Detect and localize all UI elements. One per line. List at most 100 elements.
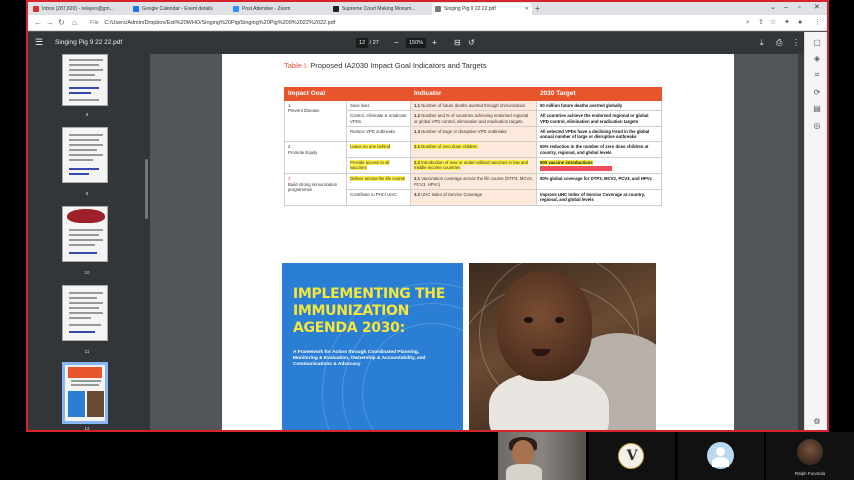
indicator-cell: 1.3 Number of large or disruptive VPD ou… xyxy=(410,125,537,143)
menu-icon[interactable]: ☰ xyxy=(35,37,43,48)
share-icon[interactable]: ⇪ xyxy=(758,17,764,29)
minimize-icon[interactable]: – xyxy=(784,2,788,14)
desktop-frame: Inbox (287,820) - relayes@gm... Google C… xyxy=(0,0,854,480)
more-icon[interactable]: ⋮ xyxy=(792,37,800,49)
url-text: C:/Users/Admin/Dropbox/Exil%20WHO/Singin… xyxy=(104,20,336,26)
reload-icon[interactable]: ↻ xyxy=(58,17,65,29)
new-tab-button[interactable]: + xyxy=(535,3,540,14)
header-impact-goal: Impact Goal xyxy=(284,87,411,101)
tab-label: Google Calendar - Event details xyxy=(142,6,213,12)
participant-name: Ralph Fucetola xyxy=(794,471,826,476)
page-indicator: 12 / 27 xyxy=(356,38,379,48)
target-cell: Improve UHC Index of Service Coverage at… xyxy=(536,188,662,206)
goal-cell: 3 Build strong immunization programmes xyxy=(284,173,347,206)
page-number-input[interactable]: 12 xyxy=(356,38,369,48)
participant-ralph-tile[interactable]: Ralph Fucetola xyxy=(766,432,854,480)
pdf-title: Singing Pig 9 22 22.pdf xyxy=(55,39,123,46)
thumbnail-page-10[interactable] xyxy=(62,206,108,262)
sub-goal: Reduce VPD outbreaks xyxy=(346,125,411,143)
tab-pdf[interactable]: Singing Pig 9 22 22.pdf ✕ xyxy=(432,3,532,15)
screen-share-window: Inbox (287,820) - relayes@gm... Google C… xyxy=(26,0,829,432)
browser-tab-strip: Inbox (287,820) - relayes@gm... Google C… xyxy=(28,2,827,15)
thumbnail-page-8[interactable] xyxy=(62,54,108,106)
browser-menu-icon[interactable]: ⋮ xyxy=(814,17,821,29)
url-field[interactable]: File C:/Users/Admin/Dropbox/Exil%20WHO/S… xyxy=(90,18,730,29)
print-icon[interactable]: ⎙ xyxy=(776,37,782,49)
thumbnail-page-11[interactable] xyxy=(62,285,108,341)
table-title-text: Proposed IA2030 Impact Goal Indicators a… xyxy=(310,61,487,70)
address-bar: ← → ↻ ⌂ File C:/Users/Admin/Dropbox/Exil… xyxy=(28,15,827,31)
thumbnail-number: 9 xyxy=(85,191,89,196)
goal-cell: 1 Prevent Disease xyxy=(284,99,347,143)
sub-goal: Control, eliminate & eradicate VPDs xyxy=(346,110,411,127)
pdf-page: Table I. Proposed IA2030 Impact Goal Ind… xyxy=(222,54,734,430)
tab-gmail[interactable]: Inbox (287,820) - relayes@gm... xyxy=(30,3,126,15)
thumbnail-page-9[interactable] xyxy=(62,127,108,183)
target-cell: 50 million future deaths averted globall… xyxy=(536,99,662,112)
thumbnail-number: 12 xyxy=(84,426,90,431)
extensions-icon[interactable]: ✦ xyxy=(784,17,790,29)
pdf-toolbar: ☰ Singing Pig 9 22 22.pdf 12 / 27 − 150%… xyxy=(28,32,804,54)
child-photo xyxy=(469,263,656,430)
table-title: Table I. Proposed IA2030 Impact Goal Ind… xyxy=(284,61,487,70)
settings-icon[interactable]: ⚙ xyxy=(812,417,822,427)
cover-title: IMPLEMENTING THE IMMUNIZATION AGENDA 203… xyxy=(293,286,445,336)
participant-video-self[interactable] xyxy=(498,432,586,480)
thumbnail-number: 10 xyxy=(84,270,90,275)
bookmark-star-icon[interactable]: ☆ xyxy=(770,17,776,29)
close-window-icon[interactable]: ✕ xyxy=(814,2,820,14)
table-row: 2 Promote Equity Leave no one behind 2.1… xyxy=(284,141,662,175)
tag-icon[interactable]: ⌗ xyxy=(812,70,822,80)
thumbnail-number: 8 xyxy=(85,112,89,117)
table-row: 3 Build strong immunization programmes D… xyxy=(284,173,662,206)
calendar-icon xyxy=(133,6,139,12)
tab-calendar[interactable]: Google Calendar - Event details xyxy=(130,3,226,15)
download-icon[interactable]: ⤓ xyxy=(760,37,764,49)
sidebar-scrollbar[interactable] xyxy=(145,159,148,219)
participant-avatar-tile[interactable] xyxy=(678,432,764,480)
maximize-icon[interactable]: ▫ xyxy=(798,2,800,14)
zoom-level[interactable]: 150% xyxy=(406,38,427,48)
zoom-out-icon[interactable]: − xyxy=(394,37,399,49)
tab-label: Singing Pig 9 22 22.pdf xyxy=(444,6,496,12)
gmail-icon xyxy=(33,6,39,12)
report-cover-image: IMPLEMENTING THE IMMUNIZATION AGENDA 203… xyxy=(282,263,463,430)
profile-icon[interactable]: ● xyxy=(798,17,802,29)
compass-icon[interactable]: ◎ xyxy=(812,121,822,131)
pdf-tab-icon xyxy=(435,6,441,12)
avatar xyxy=(797,439,823,465)
user-avatar-icon xyxy=(707,442,734,469)
sync-icon[interactable]: ⟳ xyxy=(812,88,822,98)
target-cell: 90% global coverage for DTP3, MCV2, PCV3… xyxy=(536,173,662,190)
home-icon[interactable]: ⌂ xyxy=(72,17,77,29)
file-tag: File xyxy=(90,20,99,26)
cube-icon[interactable]: ◈ xyxy=(812,54,822,64)
sub-goal: Contribute to PHC/ UHC xyxy=(346,188,411,206)
fit-page-icon[interactable]: ⊟ xyxy=(454,37,461,49)
thumbnail-number: 11 xyxy=(84,349,90,354)
zoom-page-icon[interactable]: ⌕ xyxy=(746,17,750,29)
participant-logo-tile[interactable]: V xyxy=(589,432,675,480)
sub-goal: Save lives xyxy=(346,99,411,112)
back-icon[interactable]: ← xyxy=(34,17,42,29)
side-panel: ▢ ◈ ⌗ ⟳ ▤ ◎ ⚙ xyxy=(804,32,827,430)
sub-goal: Leave no one behind xyxy=(346,141,411,159)
close-tab-icon[interactable]: ✕ xyxy=(525,3,529,15)
table-row: 1 Prevent Disease Save lives 1.1 Number … xyxy=(284,99,662,143)
rotate-icon[interactable]: ↺ xyxy=(468,37,475,49)
collection-icon[interactable]: ▤ xyxy=(812,104,822,114)
tab-zoom[interactable]: Post Attendee - Zoom xyxy=(230,3,326,15)
sub-goal: Provide access to all vaccines xyxy=(346,157,411,175)
zoom-in-icon[interactable]: + xyxy=(432,37,437,49)
tab-label: Supreme Court Making Monum... xyxy=(342,6,416,12)
zoom-icon xyxy=(233,6,239,12)
indicator-cell: 2.2 Introduction of new or under-utilize… xyxy=(410,157,537,175)
chevron-down-icon[interactable]: ⌄ xyxy=(770,2,776,14)
bookmark-icon[interactable]: ▢ xyxy=(812,38,822,48)
indicator-cell: 1.2 Number and % of countries achieving … xyxy=(410,110,537,127)
indicator-cell: 2.1 Number of zero dose children xyxy=(410,141,537,159)
tab-supreme-court[interactable]: Supreme Court Making Monum... xyxy=(330,3,430,15)
red-highlight-mark xyxy=(540,166,612,172)
thumbnail-page-12[interactable] xyxy=(62,362,108,424)
forward-icon[interactable]: → xyxy=(46,17,54,29)
